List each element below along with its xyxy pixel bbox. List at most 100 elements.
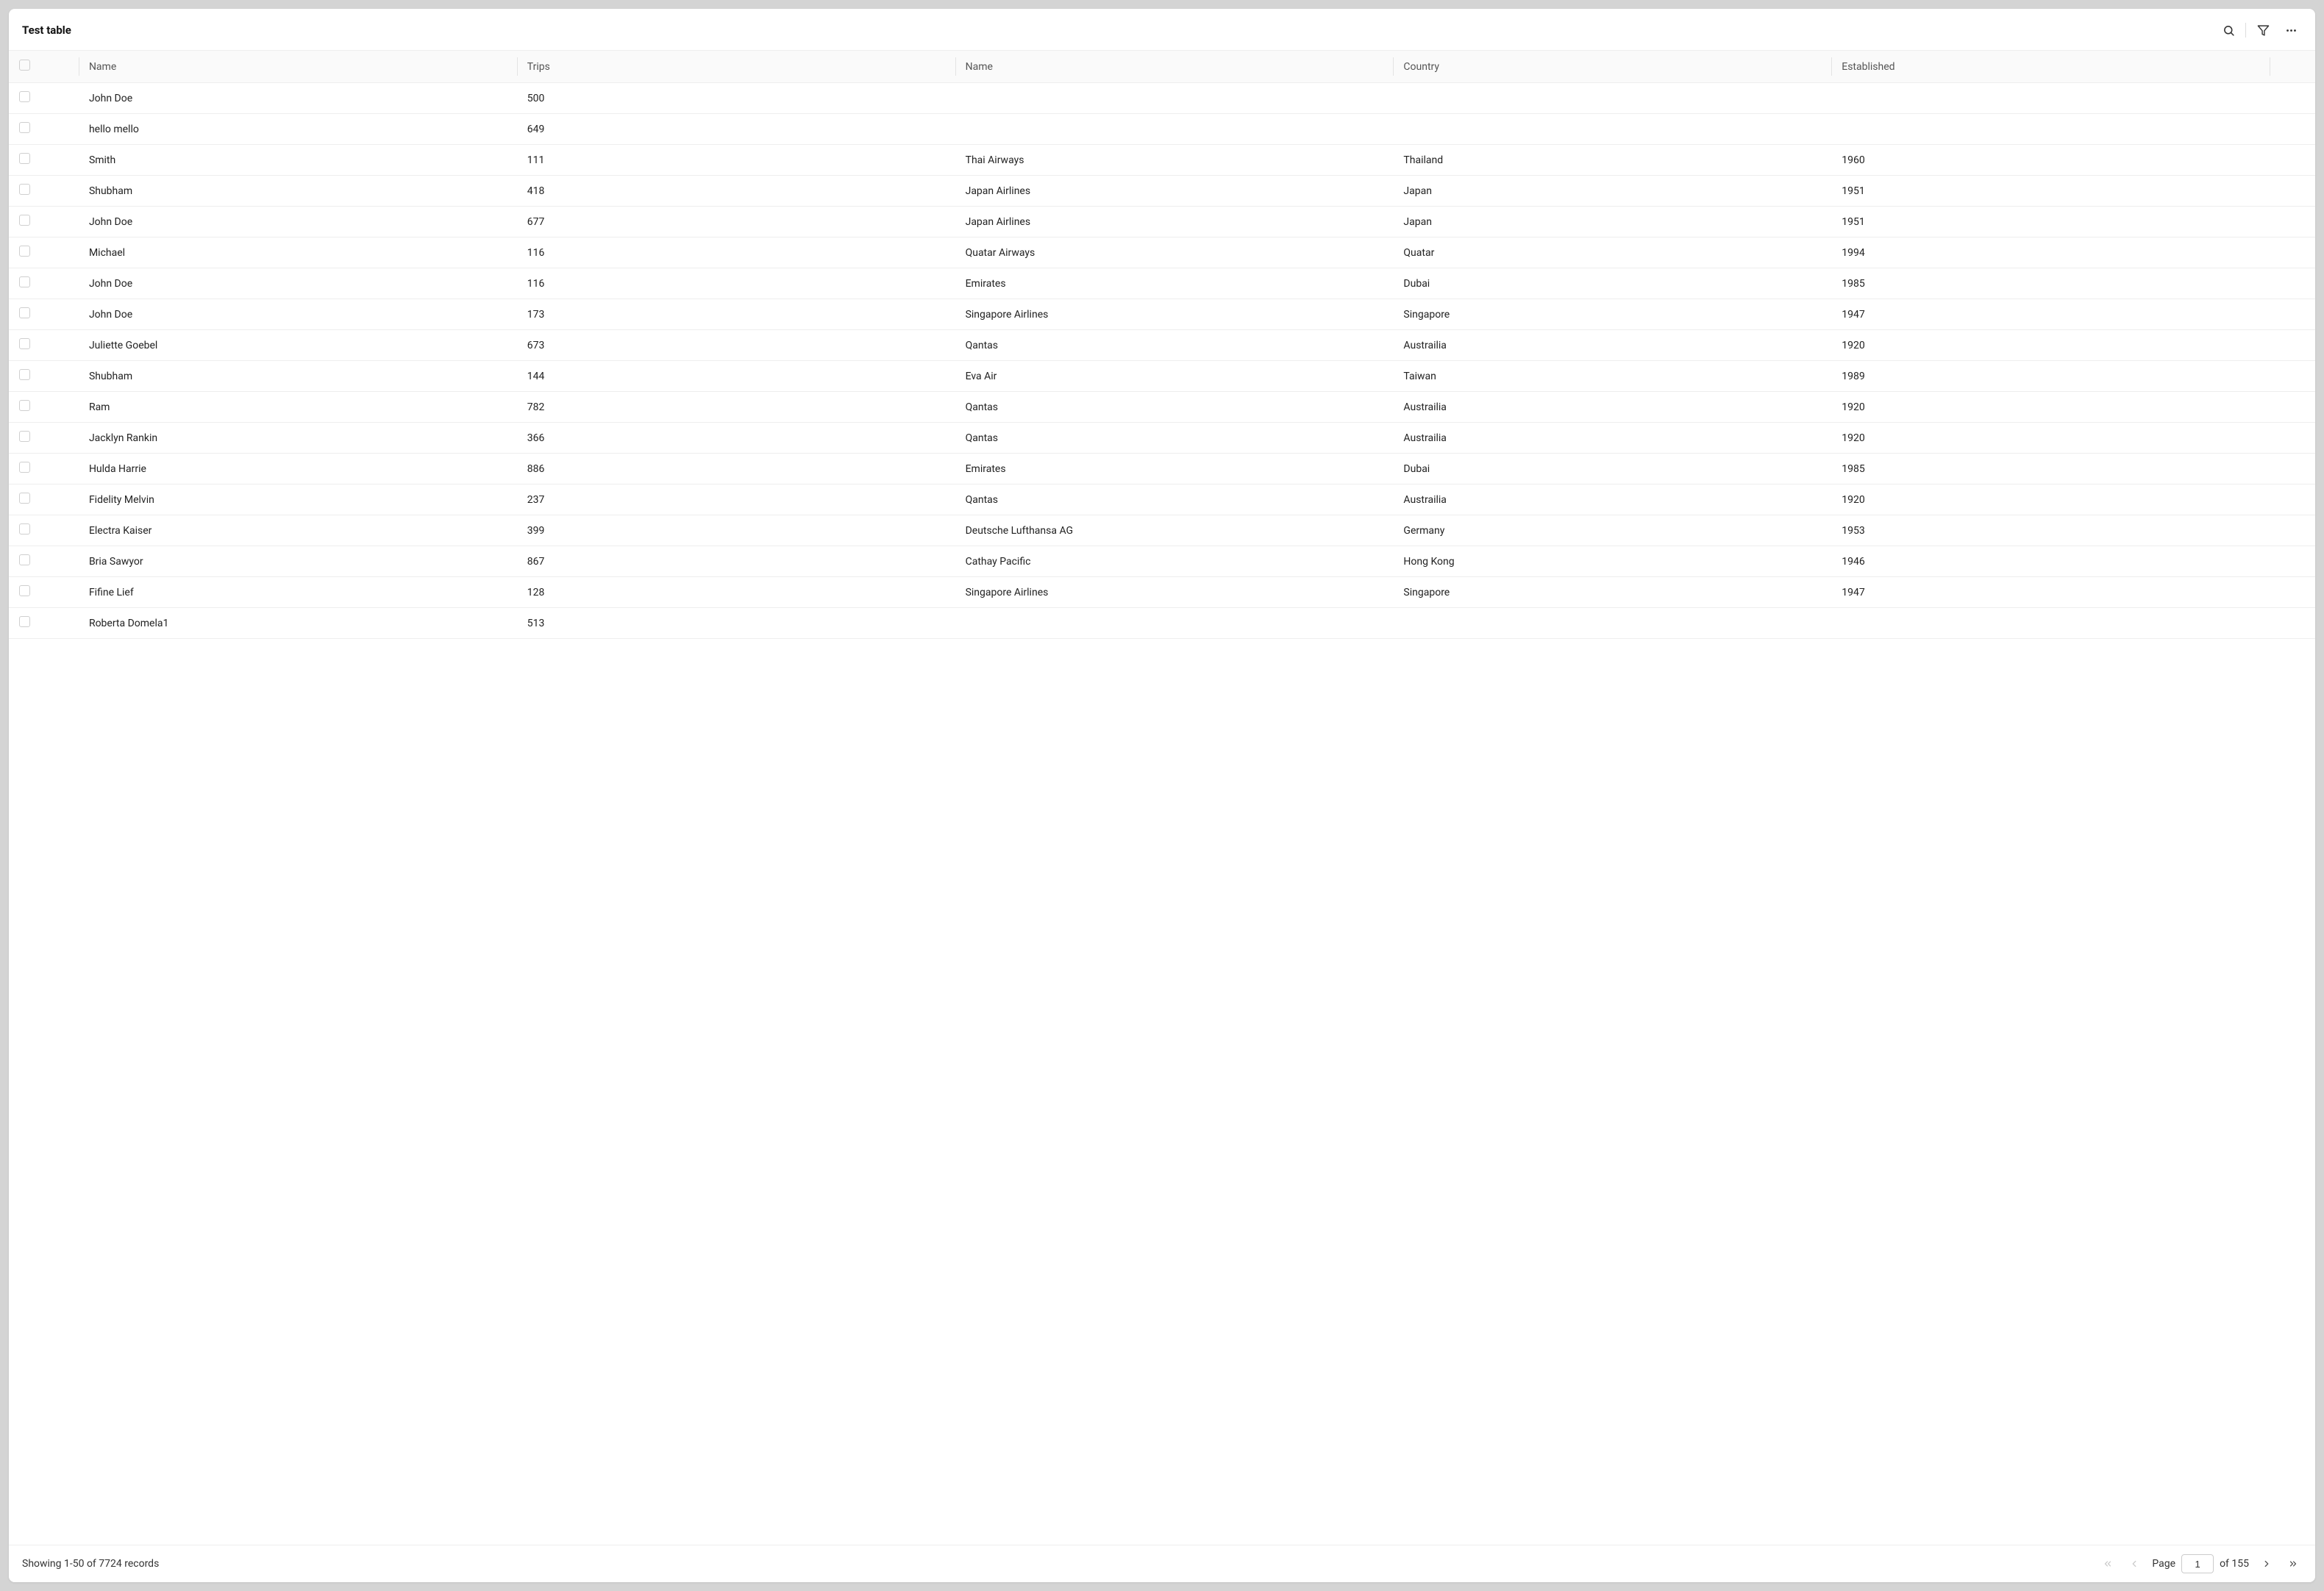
cell-name2: Deutsche Lufthansa AG [955,515,1394,546]
row-checkbox[interactable] [19,493,30,504]
header-country[interactable]: Country [1393,51,1831,83]
cell-established: 1960 [1831,145,2270,176]
header-pad [2270,51,2315,83]
cell-trips: 500 [517,83,955,114]
row-checkbox-cell [9,207,79,237]
first-page-button[interactable] [2099,1555,2117,1573]
cell-name1: John Doe [79,268,517,299]
table-row[interactable]: Electra Kaiser399Deutsche Lufthansa AGGe… [9,515,2315,546]
cell-pad [2270,83,2315,114]
table-row[interactable]: John Doe677Japan AirlinesJapan1951 [9,207,2315,237]
cell-country: Thailand [1393,145,1831,176]
more-button[interactable] [2280,19,2302,41]
cell-name2 [955,83,1394,114]
records-status: Showing 1-50 of 7724 records [22,1558,159,1570]
table-row[interactable]: Fidelity Melvin237QantasAustrailia1920 [9,485,2315,515]
row-checkbox[interactable] [19,91,30,102]
row-checkbox[interactable] [19,184,30,195]
cell-trips: 649 [517,114,955,145]
header-trips[interactable]: Trips [517,51,955,83]
cell-established: 1920 [1831,330,2270,361]
data-table-card: Test table [9,9,2315,1582]
table-row[interactable]: John Doe173Singapore AirlinesSingapore19… [9,299,2315,330]
cell-established: 1951 [1831,176,2270,207]
table-row[interactable]: hello mello649 [9,114,2315,145]
card-title: Test table [22,24,71,37]
row-checkbox[interactable] [19,616,30,627]
table-row[interactable]: Hulda Harrie886EmiratesDubai1985 [9,454,2315,485]
row-checkbox[interactable] [19,523,30,534]
cell-name1: Roberta Domela1 [79,608,517,639]
search-icon [2223,24,2235,37]
table-row[interactable]: Shubham144Eva AirTaiwan1989 [9,361,2315,392]
filter-button[interactable] [2252,19,2274,41]
table-wrap: Name Trips Name Country Established John… [9,50,2315,1545]
search-button[interactable] [2217,19,2239,41]
page-group: Page of 155 [2152,1554,2249,1573]
cell-name2 [955,608,1394,639]
table-row[interactable]: Smith111Thai AirwaysThailand1960 [9,145,2315,176]
cell-name1: Bria Sawyor [79,546,517,577]
row-checkbox-cell [9,176,79,207]
row-checkbox[interactable] [19,246,30,257]
cell-name2: Thai Airways [955,145,1394,176]
cell-name1: John Doe [79,207,517,237]
row-checkbox[interactable] [19,122,30,133]
cell-name2: Quatar Airways [955,237,1394,268]
header-name[interactable]: Name [79,51,517,83]
next-page-button[interactable] [2258,1555,2275,1573]
row-checkbox[interactable] [19,307,30,318]
header-name2[interactable]: Name [955,51,1394,83]
cell-country: Singapore [1393,299,1831,330]
cell-trips: 111 [517,145,955,176]
cell-name2: Eva Air [955,361,1394,392]
header-established[interactable]: Established [1831,51,2270,83]
cell-established: 1985 [1831,268,2270,299]
table-row[interactable]: Jacklyn Rankin366QantasAustrailia1920 [9,423,2315,454]
row-checkbox[interactable] [19,153,30,164]
table-row[interactable]: Juliette Goebel673QantasAustrailia1920 [9,330,2315,361]
last-page-button[interactable] [2284,1555,2302,1573]
cell-established: 1985 [1831,454,2270,485]
table-row[interactable]: John Doe116EmiratesDubai1985 [9,268,2315,299]
row-checkbox[interactable] [19,431,30,442]
row-checkbox[interactable] [19,554,30,565]
cell-country [1393,83,1831,114]
cell-name2: Emirates [955,268,1394,299]
table-row[interactable]: Shubham418Japan AirlinesJapan1951 [9,176,2315,207]
row-checkbox[interactable] [19,338,30,349]
row-checkbox[interactable] [19,585,30,596]
page-input[interactable] [2181,1554,2214,1573]
table-row[interactable]: Fifine Lief128Singapore AirlinesSingapor… [9,577,2315,608]
filter-icon [2257,24,2270,37]
row-checkbox-cell [9,577,79,608]
row-checkbox-cell [9,114,79,145]
cell-name1: Smith [79,145,517,176]
cell-trips: 128 [517,577,955,608]
cell-pad [2270,577,2315,608]
row-checkbox[interactable] [19,369,30,380]
more-icon [2285,24,2298,37]
cell-country: Austrailia [1393,392,1831,423]
row-checkbox[interactable] [19,215,30,226]
table-row[interactable]: Roberta Domela1513 [9,608,2315,639]
table-row[interactable]: Michael116Quatar AirwaysQuatar1994 [9,237,2315,268]
row-checkbox[interactable] [19,276,30,287]
cell-pad [2270,207,2315,237]
select-all-checkbox[interactable] [19,60,30,71]
cell-name1: Michael [79,237,517,268]
cell-name2: Emirates [955,454,1394,485]
table-row[interactable]: Bria Sawyor867Cathay PacificHong Kong194… [9,546,2315,577]
cell-name2: Japan Airlines [955,176,1394,207]
table-row[interactable]: Ram782QantasAustrailia1920 [9,392,2315,423]
prev-page-button[interactable] [2125,1555,2143,1573]
cell-name1: Electra Kaiser [79,515,517,546]
row-checkbox[interactable] [19,462,30,473]
cell-name2: Qantas [955,330,1394,361]
table-row[interactable]: John Doe500 [9,83,2315,114]
cell-trips: 418 [517,176,955,207]
cell-pad [2270,515,2315,546]
row-checkbox[interactable] [19,400,30,411]
card-actions [2217,19,2302,41]
row-checkbox-cell [9,83,79,114]
